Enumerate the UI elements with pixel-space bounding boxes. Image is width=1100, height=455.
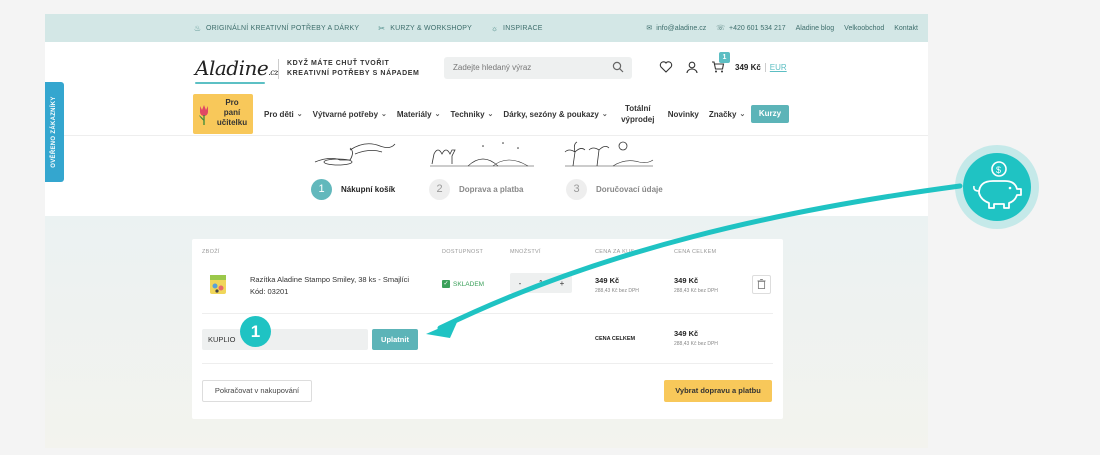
piggy-bank-icon: $ xyxy=(973,161,1022,209)
piggy-bank-badge: $ xyxy=(955,145,1039,229)
piggy-bank-circle: $ xyxy=(963,153,1031,221)
annotation-arrow xyxy=(426,183,963,338)
step-marker: 1 xyxy=(240,316,271,347)
screenshot: ♨ Originální kreativní potřeby a dárky ✂… xyxy=(0,0,1100,455)
svg-text:$: $ xyxy=(996,165,1001,175)
